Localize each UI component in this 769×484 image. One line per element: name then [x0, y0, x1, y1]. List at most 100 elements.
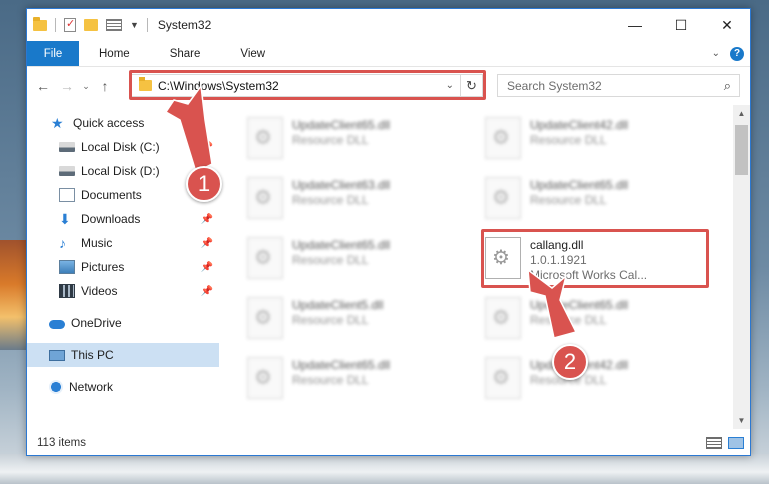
scroll-down-icon[interactable]: ▼: [733, 412, 750, 429]
file-name: UpdateClient42.dll: [530, 118, 629, 132]
music-icon: ♪: [59, 235, 66, 251]
sidebar-item-label: Network: [69, 380, 114, 394]
sidebar-item-label: Local Disk (C:): [81, 140, 160, 154]
up-button[interactable]: ↑: [93, 75, 117, 97]
file-item[interactable]: ⚙ UpdateClient42.dllResource DLL: [485, 353, 715, 405]
sidebar-item-label: Music: [81, 236, 113, 250]
pin-icon[interactable]: 📌: [201, 214, 213, 225]
window-title: System32: [157, 18, 212, 32]
file-type: Resource DLL: [530, 193, 607, 207]
view-icon[interactable]: [106, 19, 122, 31]
pin-icon[interactable]: 📌: [201, 286, 213, 297]
sidebar-item-label: This PC: [71, 348, 114, 362]
dll-file-icon: ⚙: [247, 117, 283, 159]
large-icons-view-icon[interactable]: [728, 437, 744, 449]
help-icon[interactable]: ?: [730, 46, 744, 61]
file-item[interactable]: ⚙ UpdateClient5.dll Resource DLL: [247, 293, 477, 345]
sidebar-item-music[interactable]: ♪ Music 📌: [27, 231, 219, 255]
star-icon: ★: [51, 115, 64, 131]
close-button[interactable]: ✕: [704, 9, 750, 41]
sidebar-item-label: Downloads: [81, 212, 141, 226]
maximize-button[interactable]: ☐: [658, 9, 704, 41]
file-type: Resource DLL: [292, 313, 369, 327]
dll-file-icon: ⚙: [485, 177, 521, 219]
sidebar-item-downloads[interactable]: ⬇ Downloads 📌: [27, 207, 219, 231]
ribbon-tabs: File Home Share View ⌄ ?: [27, 41, 750, 67]
dll-file-icon: ⚙: [485, 357, 521, 399]
view-toggle: [706, 437, 744, 449]
file-name: UpdateClient63.dll: [292, 178, 391, 192]
file-name: UpdateClient65.dll: [530, 178, 629, 192]
file-type: Resource DLL: [292, 253, 369, 267]
download-icon: ⬇: [59, 211, 71, 227]
file-name: UpdateClient65.dll: [292, 118, 391, 132]
title-bar: ▼ System32 — ☐ ✕: [27, 9, 750, 41]
expand-ribbon-icon[interactable]: ⌄: [712, 48, 720, 59]
tab-view[interactable]: View: [220, 41, 285, 66]
tab-file[interactable]: File: [27, 41, 79, 66]
callang-file-highlight: [481, 229, 709, 288]
recent-locations-button[interactable]: ⌄: [79, 75, 93, 97]
toolbar-divider: [146, 18, 148, 32]
new-folder-icon[interactable]: [84, 19, 98, 31]
pin-icon[interactable]: 📌: [201, 238, 213, 249]
tab-home[interactable]: Home: [79, 41, 150, 66]
sidebar-item-label: Videos: [81, 284, 118, 298]
file-item[interactable]: ⚙ UpdateClient65.dll Resource DLL: [485, 173, 715, 225]
sidebar-item-quick-access[interactable]: ★ Quick access: [27, 111, 219, 135]
file-item[interactable]: ⚙ UpdateClient65.dll Resource DLL: [485, 293, 715, 345]
search-box[interactable]: Search System32 ⌕: [497, 74, 740, 97]
search-input[interactable]: Search System32: [507, 79, 602, 93]
navigation-pane: ★ Quick access Local Disk (C:) 📌 Local D…: [27, 109, 219, 427]
forward-button[interactable]: →: [55, 75, 79, 97]
sidebar-item-pictures[interactable]: Pictures 📌: [27, 255, 219, 279]
scroll-thumb[interactable]: [735, 125, 748, 175]
file-item[interactable]: ⚙ UpdateClient42.dllResource DLL: [485, 113, 715, 165]
file-name: UpdateClient65.dll: [292, 238, 391, 252]
minimize-button[interactable]: —: [612, 9, 658, 41]
sidebar-item-onedrive[interactable]: OneDrive: [27, 311, 219, 335]
ribbon-right: ⌄ ?: [712, 41, 750, 66]
file-item[interactable]: ⚙ UpdateClient65.dll Resource DLL: [247, 113, 477, 165]
sidebar-item-label: Documents: [81, 188, 142, 202]
file-item[interactable]: ⚙ UpdateClient65.dll Resource DLL: [247, 233, 477, 285]
drive-icon: [59, 166, 75, 176]
desktop-wallpaper-bottom: [0, 454, 769, 484]
onedrive-icon: [49, 320, 65, 329]
callout-2-badge: 2: [552, 344, 588, 380]
sidebar-item-videos[interactable]: Videos 📌: [27, 279, 219, 303]
pin-icon[interactable]: 📌: [201, 262, 213, 273]
file-type: Resource DLL: [292, 133, 369, 147]
window-controls: — ☐ ✕: [612, 9, 750, 41]
customize-toolbar-dropdown-icon[interactable]: ▼: [130, 20, 139, 30]
sidebar-item-label: Pictures: [81, 260, 125, 274]
documents-icon: [59, 188, 75, 202]
file-item[interactable]: ⚙ UpdateClient65.dll Resource DLL: [247, 353, 477, 405]
file-item[interactable]: ⚙ UpdateClient63.dll Resource DLL: [247, 173, 477, 225]
properties-icon[interactable]: [64, 17, 76, 32]
scroll-up-icon[interactable]: ▲: [733, 105, 750, 122]
sidebar-item-label: OneDrive: [71, 316, 122, 330]
sidebar-item-network[interactable]: Network: [27, 375, 219, 399]
file-type: Resource DLL: [292, 193, 369, 207]
folder-icon: [33, 16, 47, 31]
file-name: UpdateClient65.dll: [292, 358, 391, 372]
details-view-icon[interactable]: [706, 437, 722, 449]
computer-icon: [49, 349, 65, 361]
item-count: 113 items: [37, 437, 87, 449]
tab-share[interactable]: Share: [150, 41, 221, 66]
back-button[interactable]: ←: [31, 75, 55, 97]
dll-file-icon: ⚙: [485, 117, 521, 159]
vertical-scrollbar[interactable]: ▲ ▼: [733, 105, 750, 429]
search-icon[interactable]: ⌕: [724, 78, 731, 94]
pictures-icon: [59, 260, 75, 274]
dll-file-icon: ⚙: [247, 237, 283, 279]
file-type: Resource DLL: [292, 373, 369, 387]
pin-icon[interactable]: 📌: [201, 142, 213, 153]
file-type: Resource DLL: [530, 313, 607, 327]
sidebar-item-this-pc[interactable]: This PC: [27, 343, 219, 367]
sidebar-item-local-disk-c[interactable]: Local Disk (C:) 📌: [27, 135, 219, 159]
file-type: Resource DLL: [530, 133, 607, 147]
address-bar-highlight: [129, 70, 486, 100]
drive-icon: [59, 142, 75, 152]
